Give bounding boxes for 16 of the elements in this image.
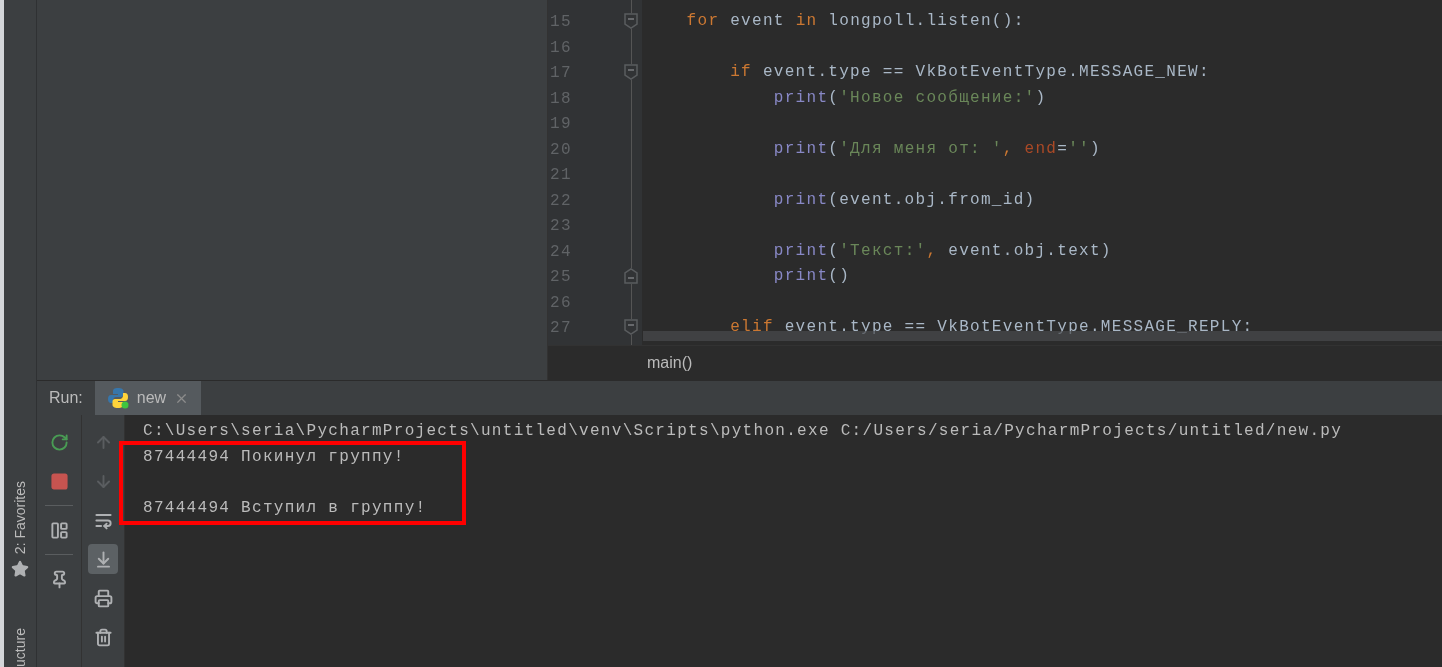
code-line: print('Для меня от: ', end='') (773, 139, 1101, 158)
side-tab[interactable]: 2: Favorites (9, 480, 31, 579)
console-line: C:\Users\seria\PycharmProjects\untitled\venv\Scripts\python.exe C:/Users/seria/PycharmProjects/untitled/new.py (143, 421, 1343, 442)
code-line: print('Текст:', event.obj.text) (773, 241, 1112, 260)
code-line: elif event.type == VkBotEventType.MESSAGE_REPLY: (730, 318, 1254, 336)
code-line: print('Новое сообщение:') (773, 88, 1047, 107)
code-line: for event in longpoll.listen(): (686, 12, 1025, 30)
code-line: print(event.obj.from_id) (773, 190, 1036, 209)
code-line: if event.type == VkBotEventType.MESSAGE_NEW: (730, 63, 1210, 81)
side-tab[interactable]: ucture (9, 628, 31, 667)
run-tab[interactable]: new (94, 381, 202, 415)
breadcrumb[interactable]: main() (647, 351, 693, 375)
console-line: 87444494 Вступил в группу! (143, 497, 427, 519)
console-line: 87444494 Покинул группу! (143, 446, 405, 468)
run-panel-title: Run: (48, 388, 84, 408)
code-line: print() (773, 267, 851, 285)
